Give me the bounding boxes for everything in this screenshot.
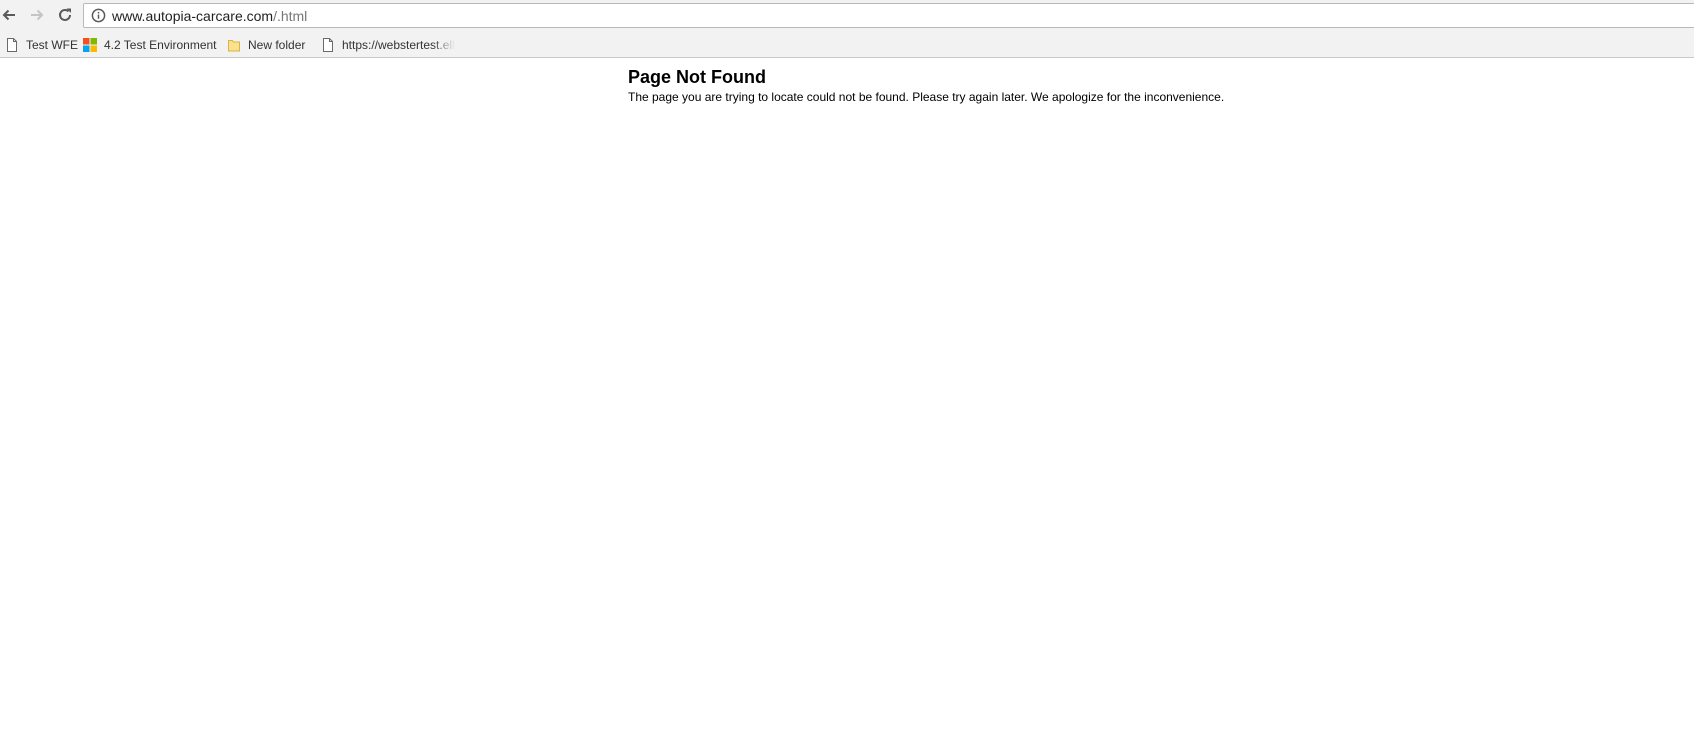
- back-arrow-icon: [2, 9, 15, 21]
- windows-logo-icon: [83, 37, 97, 52]
- url-host: www.autopia-carcare.com: [112, 8, 274, 24]
- bookmarks-bar: Test WFE 4.2 Test Environment New folder…: [0, 31, 1694, 58]
- bookmark-label: Test WFE: [26, 37, 79, 52]
- bookmark-test-environment[interactable]: 4.2 Test Environment: [82, 36, 217, 53]
- page-icon: [7, 37, 17, 52]
- forward-arrow-icon: [31, 9, 44, 21]
- page-icon: [323, 37, 333, 52]
- page-title: Page Not Found: [628, 67, 766, 87]
- error-content: Page Not Found The page you are trying t…: [628, 66, 1224, 104]
- bookmark-label: 4.2 Test Environment: [104, 37, 217, 52]
- error-message: The page you are trying to locate could …: [628, 90, 1225, 104]
- reload-icon: [59, 8, 71, 21]
- address-bar[interactable]: www.autopia-carcare.com/.html: [83, 3, 1694, 28]
- info-icon[interactable]: [91, 8, 106, 23]
- folder-icon: [228, 39, 240, 51]
- browser-toolbar: www.autopia-carcare.com/.html: [0, 0, 1694, 31]
- url-path: /.html: [273, 8, 308, 24]
- forward-button[interactable]: [25, 3, 49, 27]
- bookmark-test-wfe[interactable]: Test WFE: [4, 36, 78, 53]
- url-text[interactable]: www.autopia-carcare.com/.html: [112, 8, 307, 24]
- bookmark-new-folder[interactable]: New folder: [226, 36, 305, 53]
- reload-button[interactable]: [53, 3, 77, 27]
- bookmark-label: https://webstertest.ell: [342, 37, 455, 52]
- back-button[interactable]: [0, 3, 21, 27]
- bookmark-webstertest[interactable]: https://webstertest.ell: [320, 36, 455, 53]
- bookmark-label: New folder: [248, 37, 306, 52]
